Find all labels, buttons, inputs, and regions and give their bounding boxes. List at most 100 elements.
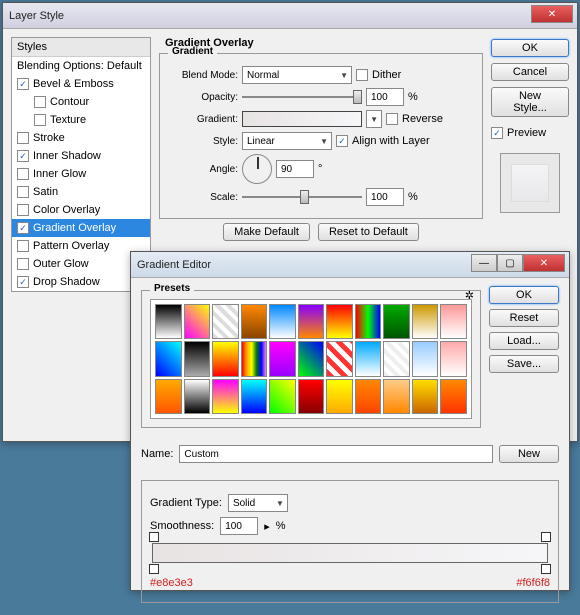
preset-swatch[interactable]	[326, 304, 353, 339]
preset-swatch[interactable]	[155, 379, 182, 414]
preset-swatch[interactable]	[440, 304, 467, 339]
dropdown-icon[interactable]: ▸	[264, 520, 270, 533]
preset-swatch[interactable]	[440, 379, 467, 414]
blending-options[interactable]: Blending Options: Default	[12, 57, 150, 75]
style-checkbox[interactable]	[17, 258, 29, 270]
style-item[interactable]: Inner Shadow	[12, 147, 150, 165]
style-checkbox[interactable]	[17, 168, 29, 180]
make-default-button[interactable]: Make Default	[223, 223, 310, 241]
preset-swatch[interactable]	[212, 304, 239, 339]
preset-swatch[interactable]	[298, 341, 325, 376]
style-item[interactable]: Stroke	[12, 129, 150, 147]
preset-swatch[interactable]	[440, 341, 467, 376]
opacity-stop-right[interactable]	[541, 532, 551, 542]
preset-swatch[interactable]	[269, 379, 296, 414]
reset-button[interactable]: Reset	[489, 309, 559, 327]
preset-swatch[interactable]	[383, 304, 410, 339]
preset-swatch[interactable]	[355, 341, 382, 376]
new-style-button[interactable]: New Style...	[491, 87, 569, 117]
preset-swatch[interactable]	[212, 341, 239, 376]
preset-swatch[interactable]	[155, 341, 182, 376]
preset-swatch[interactable]	[383, 341, 410, 376]
ok-button[interactable]: OK	[491, 39, 569, 57]
style-checkbox[interactable]	[17, 132, 29, 144]
gear-icon[interactable]: ✲	[465, 289, 474, 302]
preset-swatch[interactable]	[269, 341, 296, 376]
style-item[interactable]: Inner Glow	[12, 165, 150, 183]
preset-swatch[interactable]	[412, 341, 439, 376]
preset-swatch[interactable]	[241, 304, 268, 339]
color-stop-left[interactable]	[149, 564, 159, 574]
style-checkbox[interactable]	[17, 222, 29, 234]
style-checkbox[interactable]	[17, 204, 29, 216]
preset-swatch[interactable]	[298, 379, 325, 414]
angle-input[interactable]	[276, 160, 314, 178]
preset-swatch[interactable]	[184, 379, 211, 414]
color-stop-right[interactable]	[541, 564, 551, 574]
load-button[interactable]: Load...	[489, 332, 559, 350]
opacity-slider[interactable]	[242, 90, 362, 104]
angle-dial[interactable]	[242, 154, 272, 184]
name-input[interactable]	[179, 445, 493, 463]
titlebar[interactable]: Layer Style ✕	[3, 3, 577, 29]
preset-swatch[interactable]	[298, 304, 325, 339]
preset-swatch[interactable]	[383, 379, 410, 414]
gradient-preview[interactable]	[242, 111, 362, 127]
style-select[interactable]: Linear	[242, 132, 332, 150]
minimize-icon[interactable]: —	[471, 254, 497, 272]
reverse-checkbox[interactable]	[386, 113, 398, 125]
style-checkbox[interactable]	[17, 276, 29, 288]
style-item[interactable]: Color Overlay	[12, 201, 150, 219]
presets-grid	[150, 299, 472, 419]
preset-swatch[interactable]	[184, 341, 211, 376]
style-label: Outer Glow	[33, 258, 89, 270]
titlebar[interactable]: Gradient Editor — ▢ ✕	[131, 252, 569, 278]
style-checkbox[interactable]	[34, 114, 46, 126]
align-checkbox[interactable]	[336, 135, 348, 147]
cancel-button[interactable]: Cancel	[491, 63, 569, 81]
preset-swatch[interactable]	[412, 379, 439, 414]
style-item[interactable]: Contour	[12, 93, 150, 111]
scale-slider[interactable]	[242, 190, 362, 204]
preset-swatch[interactable]	[155, 304, 182, 339]
style-checkbox[interactable]	[17, 186, 29, 198]
preset-swatch[interactable]	[326, 341, 353, 376]
gradient-dropdown[interactable]	[366, 110, 382, 128]
style-item[interactable]: Bevel & Emboss	[12, 75, 150, 93]
ok-button[interactable]: OK	[489, 286, 559, 304]
style-label: Inner Shadow	[33, 150, 101, 162]
preset-swatch[interactable]	[184, 304, 211, 339]
blend-mode-select[interactable]: Normal	[242, 66, 352, 84]
style-checkbox[interactable]	[34, 96, 46, 108]
gradient-bar[interactable]	[152, 543, 548, 563]
style-item[interactable]: Texture	[12, 111, 150, 129]
style-checkbox[interactable]	[17, 240, 29, 252]
style-item[interactable]: Gradient Overlay	[12, 219, 150, 237]
close-icon[interactable]: ✕	[531, 5, 573, 23]
opacity-stop-left[interactable]	[149, 532, 159, 542]
type-select[interactable]: Solid	[228, 494, 288, 512]
style-label: Texture	[50, 114, 86, 126]
preset-swatch[interactable]	[241, 341, 268, 376]
preset-swatch[interactable]	[412, 304, 439, 339]
smooth-input[interactable]	[220, 517, 258, 535]
preset-swatch[interactable]	[241, 379, 268, 414]
save-button[interactable]: Save...	[489, 355, 559, 373]
preset-swatch[interactable]	[355, 379, 382, 414]
style-checkbox[interactable]	[17, 78, 29, 90]
styles-header[interactable]: Styles	[12, 38, 150, 57]
preset-swatch[interactable]	[326, 379, 353, 414]
dither-checkbox[interactable]	[356, 69, 368, 81]
close-icon[interactable]: ✕	[523, 254, 565, 272]
scale-input[interactable]	[366, 188, 404, 206]
preset-swatch[interactable]	[355, 304, 382, 339]
preset-swatch[interactable]	[269, 304, 296, 339]
reset-default-button[interactable]: Reset to Default	[318, 223, 419, 241]
opacity-input[interactable]	[366, 88, 404, 106]
style-checkbox[interactable]	[17, 150, 29, 162]
maximize-icon[interactable]: ▢	[497, 254, 523, 272]
preview-checkbox[interactable]	[491, 127, 503, 139]
preset-swatch[interactable]	[212, 379, 239, 414]
style-item[interactable]: Satin	[12, 183, 150, 201]
new-button[interactable]: New	[499, 445, 559, 463]
